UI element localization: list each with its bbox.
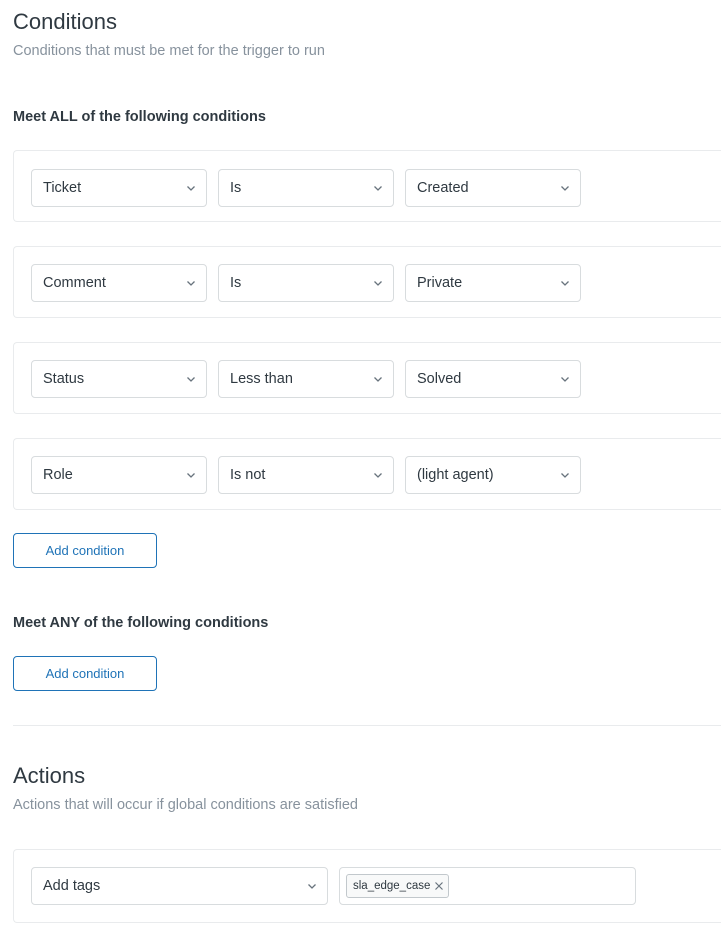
chevron-down-icon xyxy=(560,183,570,193)
tag-label: sla_edge_case xyxy=(353,880,431,892)
chevron-down-icon xyxy=(186,183,196,193)
condition-value-value: Private xyxy=(417,275,463,291)
add-any-condition-button[interactable]: Add condition xyxy=(13,656,157,691)
chevron-down-icon xyxy=(307,881,317,891)
condition-field-value: Ticket xyxy=(43,180,82,196)
condition-value-select[interactable]: Private xyxy=(405,264,581,302)
condition-operator-select[interactable]: Is xyxy=(218,169,394,207)
all-conditions-heading: Meet ALL of the following conditions xyxy=(13,109,266,125)
any-conditions-heading: Meet ANY of the following conditions xyxy=(13,615,269,631)
condition-field-select[interactable]: Role xyxy=(31,456,207,494)
condition-row: Comment Is Private xyxy=(13,246,721,318)
condition-value-value: Solved xyxy=(417,371,462,387)
condition-row: Ticket Is Created xyxy=(13,150,721,222)
condition-field-select[interactable]: Ticket xyxy=(31,169,207,207)
condition-value-value: Created xyxy=(417,180,469,196)
condition-field-value: Role xyxy=(43,467,73,483)
condition-operator-value: Is xyxy=(230,180,242,196)
condition-operator-value: Less than xyxy=(230,371,293,387)
chevron-down-icon xyxy=(560,470,570,480)
tags-input[interactable]: sla_edge_case xyxy=(339,867,636,905)
condition-field-select[interactable]: Comment xyxy=(31,264,207,302)
close-icon[interactable] xyxy=(434,881,444,891)
chevron-down-icon xyxy=(560,278,570,288)
condition-value-value: (light agent) xyxy=(417,467,494,483)
condition-row: Role Is not (light agent) xyxy=(13,438,721,510)
section-divider xyxy=(13,725,721,726)
chevron-down-icon xyxy=(373,374,383,384)
conditions-title: Conditions xyxy=(13,9,117,34)
conditions-subtitle: Conditions that must be met for the trig… xyxy=(13,43,325,59)
condition-value-select[interactable]: Solved xyxy=(405,360,581,398)
tag-chip: sla_edge_case xyxy=(346,874,450,898)
actions-title: Actions xyxy=(13,763,86,788)
chevron-down-icon xyxy=(186,470,196,480)
actions-subtitle: Actions that will occur if global condit… xyxy=(13,797,358,813)
add-all-condition-button[interactable]: Add condition xyxy=(13,533,157,568)
condition-operator-select[interactable]: Is not xyxy=(218,456,394,494)
chevron-down-icon xyxy=(186,374,196,384)
condition-operator-select[interactable]: Less than xyxy=(218,360,394,398)
condition-operator-value: Is xyxy=(230,275,242,291)
chevron-down-icon xyxy=(373,183,383,193)
action-type-value: Add tags xyxy=(43,878,101,894)
condition-operator-select[interactable]: Is xyxy=(218,264,394,302)
action-type-select[interactable]: Add tags xyxy=(31,867,328,905)
condition-row: Status Less than Solved xyxy=(13,342,721,414)
condition-value-select[interactable]: (light agent) xyxy=(405,456,581,494)
condition-field-value: Status xyxy=(43,371,85,387)
condition-field-value: Comment xyxy=(43,275,106,291)
condition-operator-value: Is not xyxy=(230,467,266,483)
chevron-down-icon xyxy=(560,374,570,384)
chevron-down-icon xyxy=(186,278,196,288)
condition-value-select[interactable]: Created xyxy=(405,169,581,207)
chevron-down-icon xyxy=(373,278,383,288)
chevron-down-icon xyxy=(373,470,383,480)
condition-field-select[interactable]: Status xyxy=(31,360,207,398)
